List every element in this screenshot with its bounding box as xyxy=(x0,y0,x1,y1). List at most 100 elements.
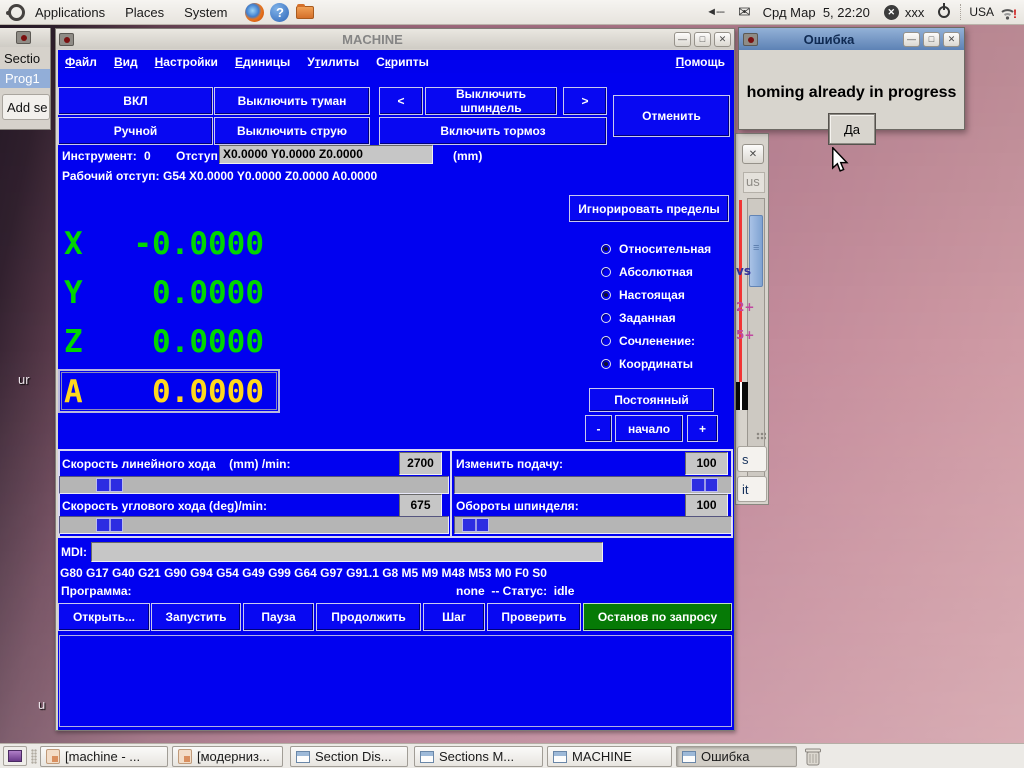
feed-override-slider[interactable] xyxy=(454,476,732,494)
slider-handle[interactable] xyxy=(691,478,718,492)
axis-readout-x: X -0.0000 xyxy=(64,226,264,262)
file-manager-icon[interactable] xyxy=(296,3,315,19)
background-window: ✕ us ▼ vs 2+ 5+ s it xyxy=(735,133,769,505)
power-icon[interactable] xyxy=(938,3,951,18)
user-status-icon[interactable]: ✕ xyxy=(883,4,899,20)
menu-help[interactable]: Помощь xyxy=(676,55,725,69)
spindle-speed-slider[interactable] xyxy=(454,516,732,534)
svg-text:!: ! xyxy=(1013,7,1017,20)
optional-stop-button[interactable]: Останов по запросу xyxy=(583,603,732,631)
clock[interactable]: Срд Мар 5, 22:20 xyxy=(763,5,870,20)
menu-units[interactable]: Единицы xyxy=(235,55,290,69)
taskbar-item-sections-manager[interactable]: Sections M... xyxy=(414,746,543,767)
button-fragment[interactable]: it xyxy=(737,476,767,502)
taskbar-item-modernized-file[interactable]: [модерниз... xyxy=(172,746,283,767)
radio-commanded[interactable]: Заданная xyxy=(601,308,676,328)
close-icon[interactable]: ✕ xyxy=(742,144,764,164)
resume-button[interactable]: Продолжить xyxy=(316,603,421,631)
spindle-slower-button[interactable]: < xyxy=(379,87,423,115)
resize-grip[interactable] xyxy=(756,432,766,440)
home-button[interactable]: начало xyxy=(615,415,683,442)
scrollbar-thumb[interactable] xyxy=(749,215,763,287)
distro-menu-icon[interactable] xyxy=(6,3,25,21)
pause-button[interactable]: Пауза xyxy=(243,603,314,631)
machine-titlebar[interactable]: MACHINE — □ ✕ xyxy=(56,29,734,49)
mist-button[interactable]: Выключить туман xyxy=(214,87,370,115)
spindle-faster-button[interactable]: > xyxy=(563,87,607,115)
help-icon[interactable]: ? xyxy=(270,2,290,22)
menu-scripts[interactable]: Скрипты xyxy=(376,55,429,69)
close-icon[interactable]: ✕ xyxy=(714,31,731,47)
radio-relative[interactable]: Относительная xyxy=(601,239,711,259)
show-desktop-button[interactable] xyxy=(3,746,27,766)
radio-world[interactable]: Координаты xyxy=(601,354,693,374)
window-menu-icon[interactable] xyxy=(16,31,31,44)
window-menu-icon[interactable] xyxy=(59,32,74,46)
mode-button[interactable]: Ручной xyxy=(58,117,213,145)
sections-list-item-prog1[interactable]: Prog1 xyxy=(0,69,50,88)
override-limits-button[interactable]: Игнорировать пределы xyxy=(569,195,729,222)
radio-joint[interactable]: Сочленение: xyxy=(601,331,695,351)
flood-button[interactable]: Выключить струю xyxy=(214,117,370,145)
run-button[interactable]: Запустить xyxy=(151,603,241,631)
maximize-icon[interactable]: □ xyxy=(694,31,711,47)
sections-list-header: Sectio xyxy=(4,51,41,66)
button-fragment[interactable]: s xyxy=(737,446,767,472)
taskbar-drag-handle[interactable] xyxy=(31,749,37,764)
minimize-icon[interactable]: — xyxy=(903,31,920,47)
brake-button[interactable]: Включить тормоз xyxy=(379,117,607,145)
slider-handle[interactable] xyxy=(462,518,489,532)
minimize-icon[interactable]: — xyxy=(674,31,691,47)
angular-speed-slider[interactable] xyxy=(59,516,449,534)
menu-settings[interactable]: Настройки xyxy=(155,55,218,69)
radio-absolute[interactable]: Абсолютная xyxy=(601,262,693,282)
menu-file[interactable]: Файл xyxy=(65,55,97,69)
maximize-icon[interactable]: □ xyxy=(923,31,940,47)
system-menu[interactable]: System xyxy=(174,0,237,24)
taskbar-item-error[interactable]: Ошибка xyxy=(676,746,797,767)
window-menu-icon[interactable] xyxy=(743,32,758,46)
angular-speed-value: 675 xyxy=(399,494,442,517)
open-button[interactable]: Открыть... xyxy=(58,603,150,631)
continuous-jog-button[interactable]: Постоянный xyxy=(589,388,714,412)
text-fragment: 5+ xyxy=(736,328,755,342)
sections-window-titlebar[interactable] xyxy=(0,28,50,47)
menu-utilities[interactable]: Утилиты xyxy=(307,55,359,69)
taskbar-item-machine[interactable]: MACHINE xyxy=(547,746,672,767)
close-icon[interactable]: ✕ xyxy=(943,31,960,47)
firefox-icon[interactable] xyxy=(245,2,265,22)
taskbar-item-section-display[interactable]: Section Dis... xyxy=(290,746,408,767)
menu-view[interactable]: Вид xyxy=(114,55,138,69)
add-section-button[interactable]: Add se xyxy=(2,94,50,120)
linear-speed-slider[interactable] xyxy=(59,476,449,494)
mail-icon[interactable]: ✉ xyxy=(738,3,751,21)
verify-button[interactable]: Проверить xyxy=(487,603,581,631)
trash-icon[interactable] xyxy=(801,745,825,768)
tool-offset-field[interactable]: X0.0000 Y0.0000 Z0.0000 xyxy=(219,145,433,164)
jog-plus-button[interactable]: + xyxy=(687,415,718,442)
radio-actual[interactable]: Настоящая xyxy=(601,285,685,305)
status-button-fragment[interactable]: us xyxy=(743,172,765,193)
active-gcodes: G80 G17 G40 G21 G90 G94 G54 G49 G99 G64 … xyxy=(60,566,547,580)
radio-icon xyxy=(601,359,611,369)
username[interactable]: xxx xyxy=(905,5,925,20)
volume-muted-icon[interactable]: ◄--- xyxy=(706,6,725,18)
program-text-area[interactable] xyxy=(59,635,732,727)
mdi-input[interactable] xyxy=(91,542,603,562)
step-button[interactable]: Шаг xyxy=(423,603,485,631)
power-button[interactable]: ВКЛ xyxy=(58,87,213,115)
jog-minus-button[interactable]: - xyxy=(585,415,612,442)
slider-handle[interactable] xyxy=(96,518,123,532)
applications-menu[interactable]: Applications xyxy=(25,0,115,24)
places-menu[interactable]: Places xyxy=(115,0,174,24)
error-dialog-titlebar[interactable]: Ошибка — □ ✕ xyxy=(739,28,964,50)
confirm-button[interactable]: Да xyxy=(829,114,875,144)
taskbar-item-machine-file[interactable]: [machine - ... xyxy=(40,746,168,767)
keyboard-layout-indicator[interactable]: USA xyxy=(969,5,994,19)
slider-handle[interactable] xyxy=(96,478,123,492)
abort-button[interactable]: Отменить xyxy=(613,95,730,137)
dialog-message: homing already in progress xyxy=(746,84,957,101)
selected-axis-box[interactable]: A 0.0000 xyxy=(58,369,280,413)
spindle-button[interactable]: Выключить шпиндель xyxy=(425,87,557,115)
network-icon[interactable]: ! xyxy=(1000,4,1018,21)
